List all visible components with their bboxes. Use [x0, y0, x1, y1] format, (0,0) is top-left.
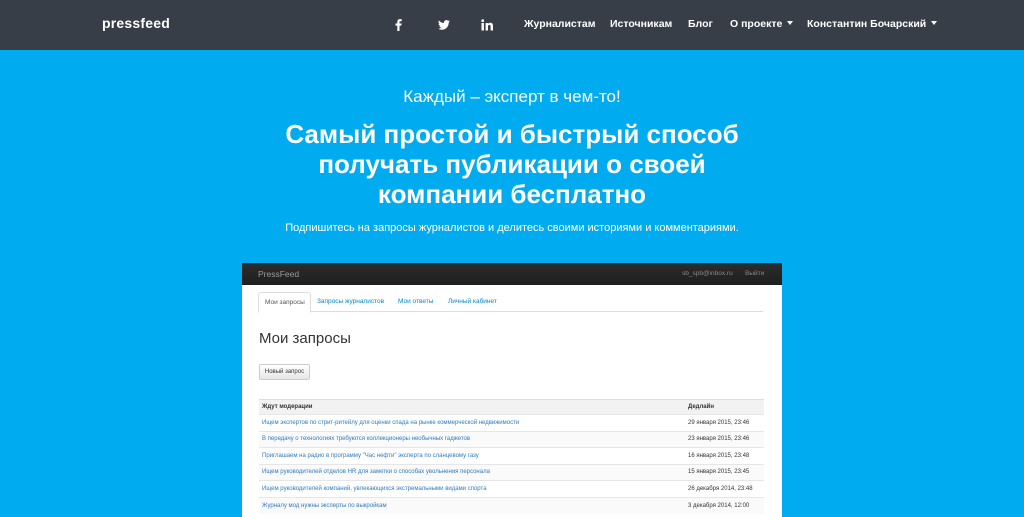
table-row: В передачу о технологиях требуются колле… [259, 430, 764, 448]
requests-table: Ждут модерации Дедлайн Ищем экспертов по… [259, 399, 764, 514]
column-header-title: Ждут модерации [259, 399, 685, 415]
request-title-link[interactable]: Ищем руководителей отделов HR для заметк… [259, 463, 685, 481]
request-title-link[interactable]: Ищем руководителей компаний, увлекающихс… [259, 480, 685, 497]
hero-title-line: Самый простой и быстрый способ [285, 119, 739, 149]
request-deadline: 29 января 2015, 23:46 [685, 414, 764, 431]
chevron-down-icon [787, 21, 794, 26]
nav-blog-link[interactable]: Блог [688, 18, 713, 30]
linkedin-icon[interactable] [479, 0, 495, 50]
app-logout-link[interactable]: Выйти [745, 270, 764, 277]
request-deadline: 15 января 2015, 23:45 [685, 463, 764, 481]
app-tabs: Мои запросы Запросы журналистов Мои отве… [258, 292, 763, 313]
twitter-icon[interactable] [436, 0, 452, 50]
user-menu-dropdown[interactable]: Константин Бочарский [807, 18, 938, 30]
tab-my-answers[interactable]: Мои ответы [398, 292, 433, 312]
hero-subtitle: Подпишитесь на запросы журналистов и дел… [285, 222, 739, 234]
facebook-icon[interactable] [390, 0, 406, 50]
request-title-link[interactable]: Приглашаем на радио в программу "Час неф… [259, 447, 685, 464]
hero-tagline: Каждый – эксперт в чем-то! [403, 87, 621, 106]
request-title-link[interactable]: В передачу о технологиях требуются колле… [259, 430, 685, 448]
nav-about-label: О проекте [730, 18, 783, 30]
request-title-link[interactable]: Журналу мод нужны эксперты по выкройкам [259, 496, 685, 514]
top-navbar: pressfeed Журналистам Источникам Блог О … [0, 0, 1024, 50]
table-row: Журналу мод нужны эксперты по выкройкам … [259, 496, 764, 514]
table-row: Ищем экспертов по стрит-ритейлу для оцен… [259, 414, 764, 431]
brand-logo[interactable]: pressfeed [102, 15, 170, 31]
app-brand[interactable]: PressFeed [258, 269, 299, 279]
tab-journalist-requests[interactable]: Запросы журналистов [317, 292, 384, 312]
request-deadline: 23 января 2015, 23:46 [685, 430, 764, 448]
table-header-row: Ждут модерации Дедлайн [259, 399, 764, 415]
app-preview: PressFeed sb_spb@inbox.ru Выйти Мои запр… [242, 263, 782, 517]
new-request-button[interactable]: Новый запрос [259, 364, 310, 380]
request-deadline: 26 декабря 2014, 23:48 [685, 480, 764, 497]
hero-title-line: компании бесплатно [377, 179, 647, 209]
request-deadline: 16 января 2015, 23:48 [685, 447, 764, 464]
nav-sources-link[interactable]: Источникам [610, 18, 672, 30]
table-row: Ищем руководителей отделов HR для заметк… [259, 463, 764, 481]
table-row: Ищем руководителей компаний, увлекающихс… [259, 480, 764, 497]
chevron-down-icon [931, 21, 938, 26]
page-title: Мои запросы [259, 330, 351, 347]
table-row: Приглашаем на радио в программу "Час неф… [259, 447, 764, 464]
request-deadline: 3 декабря 2014, 12:00 [685, 496, 764, 514]
tab-account[interactable]: Личный кабинет [448, 292, 497, 312]
user-name: Константин Бочарский [807, 18, 927, 30]
tab-my-requests[interactable]: Мои запросы [258, 292, 311, 313]
column-header-deadline: Дедлайн [685, 399, 764, 415]
request-title-link[interactable]: Ищем экспертов по стрит-ритейлу для оцен… [259, 414, 685, 431]
app-user-email[interactable]: sb_spb@inbox.ru [682, 270, 733, 277]
hero-title: Самый простой и быстрый способ получать … [0, 119, 1024, 209]
nav-journalists-link[interactable]: Журналистам [524, 18, 596, 30]
hero-title-line: получать публикации о своей [318, 149, 706, 179]
app-navbar: PressFeed sb_spb@inbox.ru Выйти [242, 263, 782, 285]
nav-about-dropdown[interactable]: О проекте [730, 18, 794, 30]
